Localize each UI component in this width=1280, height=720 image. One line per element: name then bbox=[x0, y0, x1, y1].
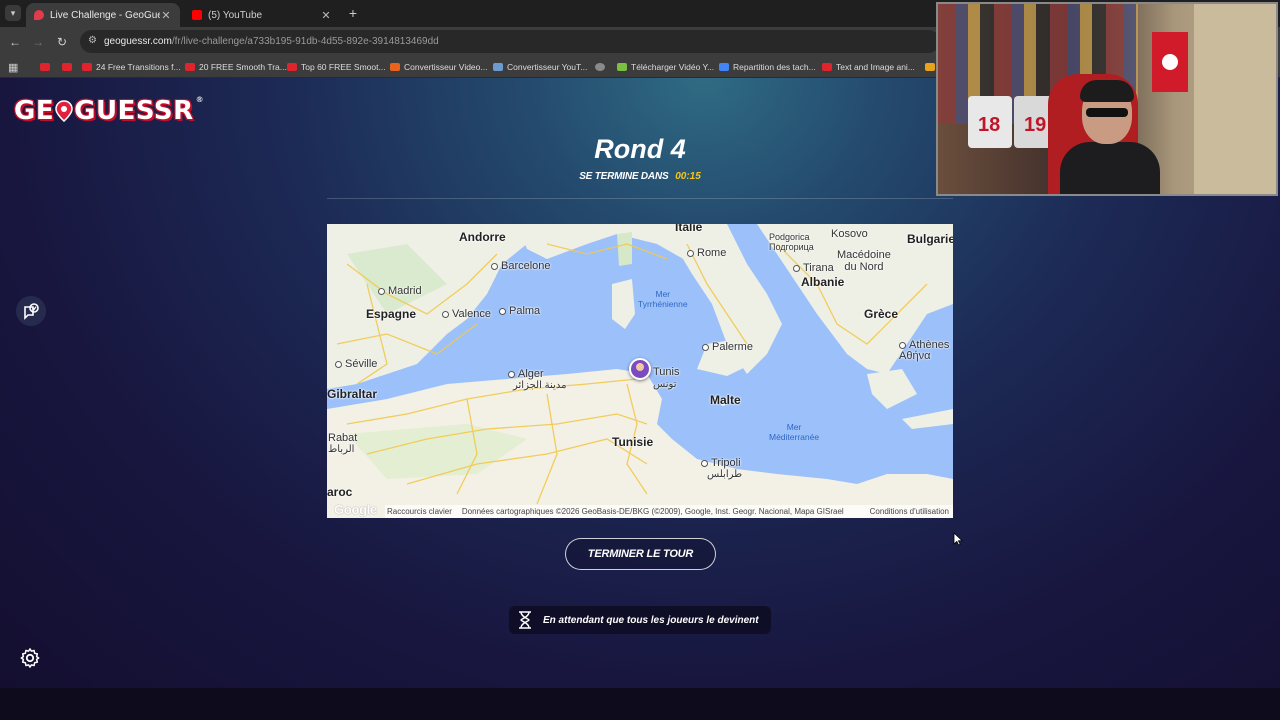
jersey-number: 19 bbox=[1024, 114, 1047, 136]
map-label-espagne: Espagne bbox=[366, 307, 417, 321]
map-label-alger-arabic: مدينة الجزائر bbox=[513, 380, 567, 391]
geoguessr-logo[interactable]: GE GUESSR ® bbox=[14, 94, 204, 128]
map-attribution: Google Raccourcis clavier Données cartog… bbox=[327, 502, 953, 518]
youtube-favicon-icon bbox=[192, 10, 202, 20]
map-label-italie: Italie bbox=[675, 224, 703, 234]
globe-icon[interactable] bbox=[595, 61, 609, 73]
map-label-tunisie: Tunisie bbox=[612, 435, 654, 449]
map-label-kosovo: Kosovo bbox=[831, 228, 868, 240]
map-label-albanie: Albanie bbox=[801, 275, 845, 289]
end-round-button[interactable]: TERMINER LE TOUR bbox=[565, 538, 716, 570]
map-label-barcelone: Barcelone bbox=[491, 260, 551, 272]
bookmark-item[interactable]: Text and Image ani... bbox=[822, 61, 915, 73]
bookmark-youtube-2[interactable] bbox=[62, 61, 76, 73]
map-label-seville: Séville bbox=[335, 358, 377, 370]
hourglass-icon bbox=[519, 611, 531, 629]
settings-gear-icon[interactable] bbox=[19, 647, 41, 669]
round-title: Rond 4 bbox=[594, 134, 686, 164]
mouse-cursor-icon bbox=[953, 532, 963, 546]
streamer-webcam: 18 19 bbox=[936, 2, 1278, 196]
url-text: geoguessr.com/fr/live-challenge/a733b195… bbox=[104, 36, 439, 47]
map-label-rabat: Rabat bbox=[328, 432, 358, 444]
new-tab-button[interactable]: + bbox=[346, 5, 360, 21]
wall-flag bbox=[1152, 32, 1188, 92]
map-label-tripoli: Tripoli bbox=[701, 457, 741, 469]
map-label-athenes: Athènes Αθήνα bbox=[899, 339, 950, 362]
tab-title: (5) YouTube bbox=[208, 9, 263, 21]
map-label-rabat-arabic: الرباط bbox=[328, 444, 355, 455]
map-label-andorre: Andorre bbox=[459, 230, 506, 244]
chat-bubble-icon bbox=[24, 303, 39, 320]
jersey-number: 18 bbox=[978, 114, 1001, 136]
page-bottom-strip bbox=[0, 688, 1280, 720]
bookmark-item[interactable]: Télécharger Vidéo Y... bbox=[617, 61, 714, 73]
tab-youtube[interactable]: (5) YouTube ✕ bbox=[184, 3, 340, 27]
bookmark-item[interactable]: Convertisseur Video... bbox=[390, 61, 487, 73]
map-label-grece: Grèce bbox=[864, 307, 899, 321]
tab-close-icon[interactable]: ✕ bbox=[320, 9, 332, 22]
site-info-icon[interactable]: ⚙ bbox=[88, 35, 97, 46]
apps-grid-icon[interactable]: ▦ bbox=[8, 61, 18, 74]
map-label-madrid: Madrid bbox=[378, 285, 422, 297]
header-divider bbox=[327, 198, 953, 199]
waiting-text: En attendant que tous les joueurs le dev… bbox=[543, 614, 759, 626]
map-label-palma: Palma bbox=[499, 305, 540, 317]
map-label-gibraltar: Gibraltar bbox=[327, 387, 378, 401]
map-label-tripoli-arabic: طرابلس bbox=[707, 469, 743, 480]
map-label-mer-tyrrhenienne: Mer Tyrrhénienne bbox=[638, 289, 688, 309]
map-label-macedoine: Macédoine du Nord bbox=[837, 249, 891, 273]
map-label-palerme: Palerme bbox=[702, 341, 753, 353]
timer-value: 00:15 bbox=[675, 171, 701, 182]
map-label-mer-mediterranee: Mer Méditerranée bbox=[769, 422, 820, 442]
waiting-status: En attendant que tous les joueurs le dev… bbox=[509, 606, 771, 634]
reload-icon[interactable]: ↻ bbox=[55, 35, 69, 49]
forward-arrow-icon[interactable]: → bbox=[31, 35, 45, 49]
results-map[interactable]: Andorre Italie Kosovo Bulgarie Podgorica… bbox=[327, 224, 953, 518]
map-label-tunis-arabic: تونس bbox=[653, 379, 677, 390]
map-label-tunis: Tunis bbox=[653, 366, 680, 378]
tab-close-icon[interactable]: ✕ bbox=[160, 9, 172, 22]
bookmark-item[interactable]: Repartition des tach... bbox=[719, 61, 816, 73]
map-label-tirana: Tirana bbox=[793, 262, 834, 274]
round-timer: SE TERMINE DANS 00:15 bbox=[540, 171, 740, 182]
map-label-malte: Malte bbox=[710, 393, 741, 407]
map-label-valence: Valence bbox=[442, 308, 491, 320]
tab-search-button[interactable]: ▾ bbox=[5, 5, 21, 21]
location-pin-icon bbox=[55, 100, 73, 122]
streamer bbox=[1060, 80, 1160, 194]
bookmark-item[interactable]: Top 60 FREE Smoot... bbox=[287, 61, 386, 73]
chat-button[interactable] bbox=[16, 296, 46, 326]
keyboard-shortcuts-link[interactable]: Raccourcis clavier bbox=[387, 507, 452, 516]
map-label-bulgarie: Bulgarie bbox=[907, 232, 953, 246]
map-label-alger: Alger bbox=[508, 368, 544, 380]
tab-title: Live Challenge - GeoGuessr bbox=[50, 9, 160, 21]
webcam-door bbox=[1194, 4, 1276, 194]
back-arrow-icon[interactable]: ← bbox=[8, 35, 22, 49]
google-logo: Google bbox=[334, 502, 377, 517]
map-label-podgorica: Podgorica Подгорица bbox=[769, 232, 814, 252]
bookmark-item[interactable]: 20 FREE Smooth Tra... bbox=[185, 61, 287, 73]
bookmark-youtube-1[interactable] bbox=[40, 61, 54, 73]
map-label-maroc: aroc bbox=[327, 485, 353, 499]
geoguessr-favicon-icon bbox=[34, 10, 44, 20]
timer-label: SE TERMINE DANS bbox=[579, 171, 669, 182]
map-data-credit: Données cartographiques ©2026 GeoBasis-D… bbox=[461, 507, 844, 516]
address-bar[interactable]: ⚙ geoguessr.com/fr/live-challenge/a733b1… bbox=[80, 30, 940, 53]
bookmark-item[interactable]: Convertisseur YouT... bbox=[493, 61, 587, 73]
bookmark-item[interactable]: 24 Free Transitions f... bbox=[82, 61, 181, 73]
terms-link[interactable]: Conditions d'utilisation bbox=[870, 507, 953, 516]
tab-live-challenge[interactable]: Live Challenge - GeoGuessr ✕ bbox=[26, 3, 180, 27]
player-guess-marker[interactable] bbox=[629, 358, 651, 380]
map-label-rome: Rome bbox=[687, 247, 726, 259]
